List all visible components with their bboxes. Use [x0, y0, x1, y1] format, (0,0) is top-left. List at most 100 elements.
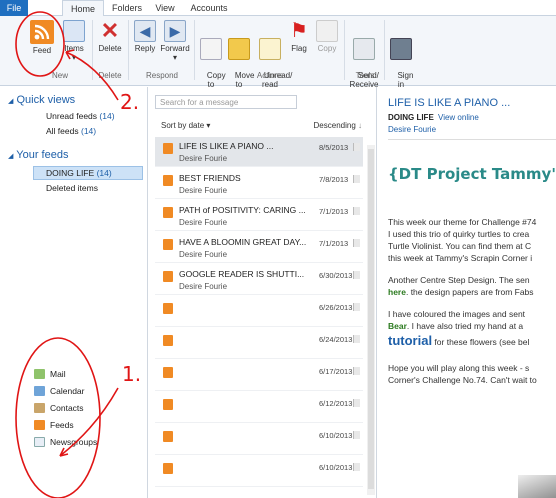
your-feeds-label: Your feeds — [16, 149, 69, 161]
envelope-icon — [259, 38, 281, 60]
tutorial-link[interactable]: tutorial — [388, 333, 432, 348]
reply-button[interactable]: ◀ Reply — [132, 20, 158, 53]
sort-order-toggle[interactable]: Descending ↓ — [314, 121, 362, 130]
flag-label: Flag — [291, 44, 307, 53]
body-line: Hope you will play along this week - s — [388, 363, 530, 373]
mail-icon — [34, 369, 45, 379]
quick-views-header[interactable]: ◢ Quick views — [8, 94, 75, 106]
nav-mail[interactable]: Mail — [34, 366, 66, 382]
tab-file[interactable]: File — [0, 0, 28, 16]
message-list-pane: Search for a message Sort by date ▾ Desc… — [149, 87, 377, 498]
flag-icon[interactable] — [353, 175, 360, 183]
search-input[interactable]: Search for a message — [155, 95, 297, 109]
list-item[interactable]: 6/17/2013 — [155, 361, 363, 391]
message-sender: Desire Fourie — [179, 282, 228, 291]
chevron-down-icon: ▾ — [71, 53, 76, 62]
sort-by-dropdown[interactable]: Sort by date ▾ — [161, 121, 210, 130]
flag-icon[interactable] — [353, 335, 360, 343]
flag-icon[interactable] — [353, 143, 360, 151]
arrow-down-icon: ↓ — [358, 121, 362, 130]
nav-feeds[interactable]: Feeds — [34, 417, 74, 433]
list-item[interactable]: 6/26/2013 — [155, 297, 363, 327]
list-item[interactable]: 6/10/2013 — [155, 457, 363, 487]
flag-icon[interactable] — [353, 271, 360, 279]
divider — [384, 20, 385, 80]
feed-button[interactable]: Feed — [28, 20, 56, 55]
message-date: 7/1/2013 — [319, 207, 349, 216]
scrollbar[interactable] — [367, 145, 375, 495]
divider — [92, 20, 93, 80]
flag-icon[interactable] — [353, 431, 360, 439]
body-text: . the design papers are from Fabs — [405, 287, 534, 297]
folder-doing-life[interactable]: DOING LIFE (14) — [46, 168, 112, 178]
author-link[interactable]: Desire Fourie — [388, 125, 436, 134]
items-button[interactable]: Items ▾ — [60, 20, 88, 62]
folder-unread-feeds[interactable]: Unread feeds (14) — [46, 111, 115, 121]
message-date: 7/1/2013 — [319, 239, 349, 248]
flag-icon[interactable] — [353, 239, 360, 247]
message-date: 6/12/2013 — [319, 399, 353, 408]
nav-calendar[interactable]: Calendar — [34, 383, 85, 399]
body-line: this week at Tammy's Scrapin Corner i — [388, 253, 533, 263]
post-heading: {DT Project Tammy's S — [388, 165, 556, 183]
rss-icon — [163, 463, 173, 474]
message-date: 7/8/2013 — [319, 175, 349, 184]
rss-icon — [163, 303, 173, 314]
rss-icon — [34, 420, 45, 430]
nav-contacts[interactable]: Contacts — [34, 400, 84, 416]
flag-button[interactable]: ⚑ Flag — [288, 20, 310, 53]
your-feeds-header[interactable]: ◢ Your feeds — [8, 149, 68, 161]
reply-label: Reply — [134, 44, 156, 53]
list-item[interactable]: 6/12/2013 — [155, 393, 363, 423]
scrollbar-thumb[interactable] — [368, 149, 374, 489]
rss-icon — [163, 175, 173, 186]
group-delete: Delete — [98, 71, 122, 80]
tab-accounts[interactable]: Accounts — [186, 0, 232, 16]
flag-icon[interactable] — [353, 207, 360, 215]
message-date: 6/26/2013 — [319, 303, 353, 312]
view-online-link[interactable]: View online — [438, 113, 479, 122]
flag-icon[interactable] — [353, 463, 360, 471]
list-item[interactable]: 6/24/2013 — [155, 329, 363, 359]
tab-home[interactable]: Home — [62, 0, 104, 17]
message-subject: LIFE IS LIKE A PIANO ... — [179, 141, 274, 151]
nav-label: Feeds — [50, 420, 74, 430]
body-text: . I have also tried my hand at a — [406, 321, 524, 331]
nav-newsgroups[interactable]: Newsgroups — [34, 434, 97, 450]
nav-label: Newsgroups — [50, 437, 98, 447]
folder-count: (14) — [99, 111, 115, 121]
list-item[interactable]: 6/10/2013 — [155, 425, 363, 455]
list-item[interactable]: LIFE IS LIKE A PIANO ... Desire Fourie 8/5… — [155, 137, 363, 167]
collapse-icon: ◢ — [8, 98, 14, 105]
here-link[interactable]: here — [388, 287, 406, 297]
message-date: 6/10/2013 — [319, 463, 353, 472]
rss-icon — [30, 20, 54, 44]
flag-icon[interactable] — [353, 303, 360, 311]
message-date: 6/17/2013 — [319, 367, 353, 376]
group-tools: Tools — [355, 71, 375, 80]
forward-button[interactable]: ▶ Forward ▾ — [160, 20, 190, 62]
tab-folders[interactable]: Folders — [108, 0, 146, 16]
folder-all-feeds[interactable]: All feeds (14) — [46, 126, 96, 136]
bear-link[interactable]: Bear — [388, 321, 407, 331]
reply-icon: ◀ — [134, 20, 156, 42]
message-subject: BEST FRIENDS — [179, 173, 241, 183]
list-item[interactable]: PATH of POSITIVITY: CARING ... Desire Fou… — [155, 201, 363, 231]
copy-label: Copy — [317, 44, 337, 53]
list-item[interactable]: BEST FRIENDS Desire Fourie 7/8/2013 — [155, 169, 363, 199]
list-item[interactable]: HAVE A BLOOMIN GREAT DAY... Desire Fourie… — [155, 233, 363, 263]
tab-view[interactable]: View — [150, 0, 180, 16]
flag-icon[interactable] — [353, 367, 360, 375]
delete-icon: ✕ — [100, 18, 120, 43]
nav-label: Mail — [50, 369, 66, 379]
nav-label: Calendar — [50, 386, 85, 396]
folder-deleted-items[interactable]: Deleted items — [46, 183, 98, 193]
flag-icon[interactable] — [353, 399, 360, 407]
rss-icon — [163, 239, 173, 250]
delete-button[interactable]: ✕ Delete — [96, 18, 124, 54]
message-date: 8/5/2013 — [319, 143, 349, 152]
copy-button[interactable]: Copy — [314, 20, 340, 53]
list-item[interactable]: GOOGLE READER IS SHUTTI... Desire Fourie 6… — [155, 265, 363, 295]
annotation-label-1: 1. — [122, 362, 142, 386]
divider — [388, 139, 556, 140]
